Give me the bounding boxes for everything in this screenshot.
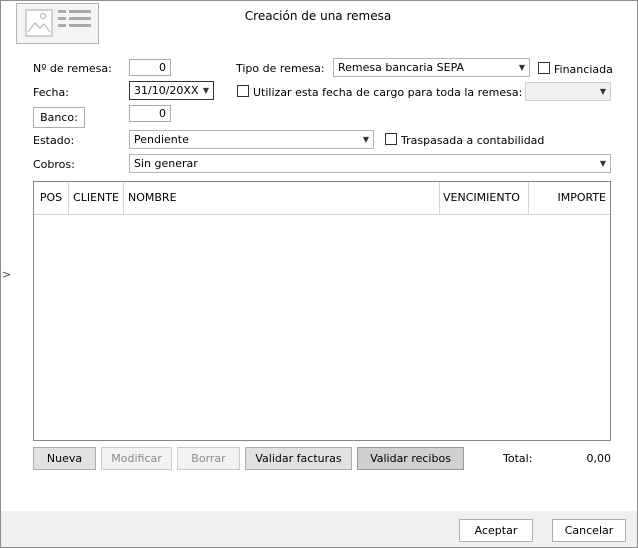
chevron-down-icon[interactable]: ▼ [519, 59, 525, 76]
chevron-down-icon[interactable]: ▼ [363, 131, 369, 148]
tipo-remesa-value: Remesa bancaria SEPA [338, 61, 465, 74]
fecha-date-picker[interactable]: 31/10/20XX ▼ [129, 81, 214, 100]
col-nombre[interactable]: NOMBRE [124, 182, 440, 214]
chevron-down-icon[interactable]: ▼ [203, 82, 209, 99]
tipo-remesa-select[interactable]: Remesa bancaria SEPA ▼ [333, 58, 530, 77]
chevron-down-icon[interactable]: ▼ [600, 83, 606, 100]
total-value: 0,00 [586, 452, 612, 465]
fecha-value: 31/10/20XX [134, 84, 199, 97]
estado-label: Estado: [33, 134, 75, 147]
banco-input[interactable]: 0 [129, 105, 171, 122]
financiada-checkbox[interactable] [538, 62, 550, 74]
traspasada-checkbox[interactable] [385, 133, 397, 145]
col-importe[interactable]: IMPORTE [529, 182, 610, 214]
borrar-button[interactable]: Borrar [177, 447, 240, 470]
cobros-value: Sin generar [134, 157, 198, 170]
fecha-label: Fecha: [33, 86, 69, 99]
modificar-button[interactable]: Modificar [101, 447, 172, 470]
traspasada-label: Traspasada a contabilidad [401, 134, 545, 147]
usar-fecha-checkbox[interactable] [237, 85, 249, 97]
col-cliente[interactable]: CLIENTE [69, 182, 124, 214]
aceptar-button[interactable]: Aceptar [459, 519, 533, 542]
validar-recibos-button[interactable]: Validar recibos [357, 447, 464, 470]
cobros-label: Cobros: [33, 158, 75, 171]
cancelar-button[interactable]: Cancelar [552, 519, 626, 542]
total-label: Total: [503, 452, 533, 465]
col-vencimiento[interactable]: VENCIMIENTO [440, 182, 529, 214]
usar-fecha-select[interactable]: ▼ [525, 82, 611, 101]
financiada-label: Financiada [554, 63, 613, 76]
chevron-down-icon[interactable]: ▼ [600, 155, 606, 172]
tipo-remesa-label: Tipo de remesa: [236, 62, 325, 75]
expand-arrow-icon[interactable]: > [2, 268, 11, 281]
usar-fecha-label: Utilizar esta fecha de cargo para toda l… [253, 86, 523, 99]
remesa-number-input[interactable]: 0 [129, 59, 171, 76]
remesa-number-label: Nº de remesa: [33, 62, 112, 75]
dialog-footer [1, 511, 637, 547]
nueva-button[interactable]: Nueva [33, 447, 96, 470]
estado-select[interactable]: Pendiente ▼ [129, 130, 374, 149]
grid-header: POS CLIENTE NOMBRE VENCIMIENTO IMPORTE [34, 182, 610, 215]
cobros-grid[interactable]: POS CLIENTE NOMBRE VENCIMIENTO IMPORTE [33, 181, 611, 441]
dialog-title: Creación de una remesa [244, 9, 392, 23]
estado-value: Pendiente [134, 133, 189, 146]
validar-facturas-button[interactable]: Validar facturas [245, 447, 352, 470]
col-pos[interactable]: POS [34, 182, 69, 214]
banco-button[interactable]: Banco: [33, 107, 85, 128]
cobros-select[interactable]: Sin generar ▼ [129, 154, 611, 173]
